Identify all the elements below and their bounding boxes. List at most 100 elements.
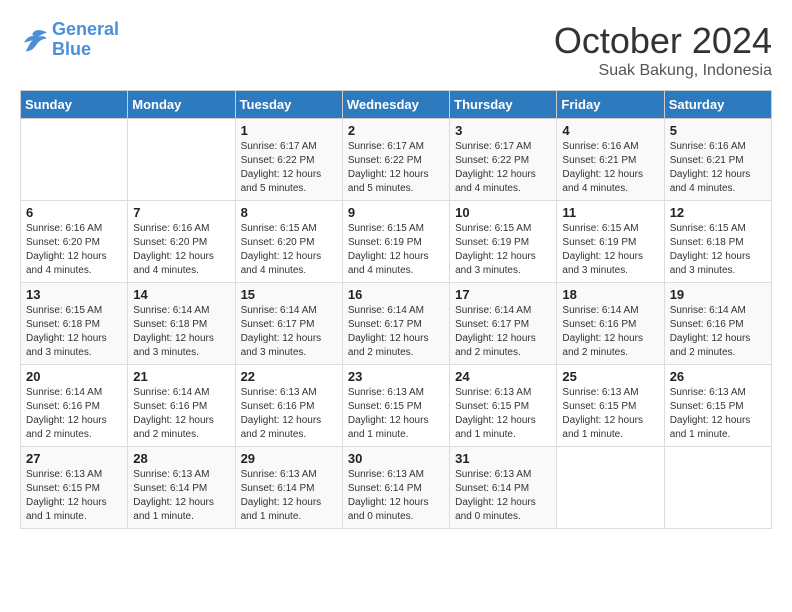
calendar-cell: 8Sunrise: 6:15 AM Sunset: 6:20 PM Daylig… [235, 201, 342, 283]
calendar-cell: 22 Sunrise: 6:13 AM Sunset: 6:16 PM Dayli… [235, 365, 342, 447]
month-title: October 2024 [554, 20, 772, 62]
day-info: Sunrise: 6:17 AM Sunset: 6:22 PM Dayligh… [348, 140, 444, 196]
calendar-week-row: 13Sunrise: 6:15 AM Sunset: 6:18 PM Dayli… [21, 283, 772, 365]
calendar-week-row: 27 Sunrise: 6:13 AM Sunset: 6:15 PM Dayli… [21, 447, 772, 529]
page-header: General Blue October 2024 Suak Bakung, I… [20, 20, 772, 80]
calendar-cell: 20Sunrise: 6:14 AM Sunset: 6:16 PM Dayli… [21, 365, 128, 447]
calendar-cell: 5 Sunrise: 6:16 AM Sunset: 6:21 PM Daylig… [664, 119, 771, 201]
calendar-cell [128, 119, 235, 201]
day-info: Sunrise: 6:15 AM Sunset: 6:18 PM Dayligh… [26, 304, 122, 360]
calendar-header-monday: Monday [128, 91, 235, 119]
calendar-header-wednesday: Wednesday [342, 91, 449, 119]
calendar-cell: 28Sunrise: 6:13 AM Sunset: 6:14 PM Dayli… [128, 447, 235, 529]
day-number: 29 [241, 451, 337, 466]
calendar-cell: 6 Sunrise: 6:16 AM Sunset: 6:20 PM Daylig… [21, 201, 128, 283]
day-info: Sunrise: 6:13 AM Sunset: 6:15 PM Dayligh… [670, 386, 766, 442]
calendar-cell [664, 447, 771, 529]
calendar-week-row: 20Sunrise: 6:14 AM Sunset: 6:16 PM Dayli… [21, 365, 772, 447]
day-info: Sunrise: 6:13 AM Sunset: 6:15 PM Dayligh… [26, 468, 122, 524]
day-number: 11 [562, 205, 658, 220]
calendar-header-thursday: Thursday [450, 91, 557, 119]
day-number: 12 [670, 205, 766, 220]
logo-blue: Blue [52, 40, 119, 60]
day-number: 28 [133, 451, 229, 466]
calendar-cell: 1 Sunrise: 6:17 AM Sunset: 6:22 PM Daylig… [235, 119, 342, 201]
day-info: Sunrise: 6:16 AM Sunset: 6:21 PM Dayligh… [562, 140, 658, 196]
day-number: 5 [670, 123, 766, 138]
calendar-cell: 30 Sunrise: 6:13 AM Sunset: 6:14 PM Dayli… [342, 447, 449, 529]
logo-text: General [52, 20, 119, 40]
logo-general: General [52, 19, 119, 39]
day-info: Sunrise: 6:16 AM Sunset: 6:21 PM Dayligh… [670, 140, 766, 196]
day-number: 2 [348, 123, 444, 138]
day-number: 6 [26, 205, 122, 220]
calendar-cell: 23 Sunrise: 6:13 AM Sunset: 6:15 PM Dayli… [342, 365, 449, 447]
day-number: 27 [26, 451, 122, 466]
calendar-cell: 16Sunrise: 6:14 AM Sunset: 6:17 PM Dayli… [342, 283, 449, 365]
calendar-header-tuesday: Tuesday [235, 91, 342, 119]
day-info: Sunrise: 6:16 AM Sunset: 6:20 PM Dayligh… [133, 222, 229, 278]
calendar-cell: 2 Sunrise: 6:17 AM Sunset: 6:22 PM Daylig… [342, 119, 449, 201]
calendar-cell: 27 Sunrise: 6:13 AM Sunset: 6:15 PM Dayli… [21, 447, 128, 529]
calendar-cell: 4 Sunrise: 6:16 AM Sunset: 6:21 PM Daylig… [557, 119, 664, 201]
calendar-cell: 24 Sunrise: 6:13 AM Sunset: 6:15 PM Dayli… [450, 365, 557, 447]
day-number: 24 [455, 369, 551, 384]
calendar-cell: 19Sunrise: 6:14 AM Sunset: 6:16 PM Dayli… [664, 283, 771, 365]
calendar-cell: 29 Sunrise: 6:13 AM Sunset: 6:14 PM Dayli… [235, 447, 342, 529]
day-number: 15 [241, 287, 337, 302]
day-number: 18 [562, 287, 658, 302]
day-info: Sunrise: 6:17 AM Sunset: 6:22 PM Dayligh… [241, 140, 337, 196]
day-number: 17 [455, 287, 551, 302]
day-number: 3 [455, 123, 551, 138]
logo-icon [20, 26, 48, 54]
day-number: 16 [348, 287, 444, 302]
day-info: Sunrise: 6:15 AM Sunset: 6:18 PM Dayligh… [670, 222, 766, 278]
day-number: 23 [348, 369, 444, 384]
day-number: 21 [133, 369, 229, 384]
day-info: Sunrise: 6:15 AM Sunset: 6:19 PM Dayligh… [455, 222, 551, 278]
calendar-cell: 13Sunrise: 6:15 AM Sunset: 6:18 PM Dayli… [21, 283, 128, 365]
calendar-header-sunday: Sunday [21, 91, 128, 119]
calendar-cell: 31Sunrise: 6:13 AM Sunset: 6:14 PM Dayli… [450, 447, 557, 529]
day-info: Sunrise: 6:13 AM Sunset: 6:15 PM Dayligh… [562, 386, 658, 442]
calendar-cell [21, 119, 128, 201]
day-info: Sunrise: 6:13 AM Sunset: 6:16 PM Dayligh… [241, 386, 337, 442]
day-info: Sunrise: 6:14 AM Sunset: 6:18 PM Dayligh… [133, 304, 229, 360]
day-info: Sunrise: 6:13 AM Sunset: 6:14 PM Dayligh… [348, 468, 444, 524]
day-info: Sunrise: 6:14 AM Sunset: 6:16 PM Dayligh… [562, 304, 658, 360]
day-info: Sunrise: 6:14 AM Sunset: 6:17 PM Dayligh… [455, 304, 551, 360]
day-number: 22 [241, 369, 337, 384]
calendar-cell: 21 Sunrise: 6:14 AM Sunset: 6:16 PM Dayli… [128, 365, 235, 447]
day-info: Sunrise: 6:17 AM Sunset: 6:22 PM Dayligh… [455, 140, 551, 196]
day-info: Sunrise: 6:13 AM Sunset: 6:15 PM Dayligh… [348, 386, 444, 442]
calendar-cell: 3 Sunrise: 6:17 AM Sunset: 6:22 PM Daylig… [450, 119, 557, 201]
day-number: 1 [241, 123, 337, 138]
calendar-cell: 10 Sunrise: 6:15 AM Sunset: 6:19 PM Dayli… [450, 201, 557, 283]
calendar-cell: 17 Sunrise: 6:14 AM Sunset: 6:17 PM Dayli… [450, 283, 557, 365]
calendar-cell: 9Sunrise: 6:15 AM Sunset: 6:19 PM Daylig… [342, 201, 449, 283]
day-info: Sunrise: 6:15 AM Sunset: 6:20 PM Dayligh… [241, 222, 337, 278]
day-info: Sunrise: 6:16 AM Sunset: 6:20 PM Dayligh… [26, 222, 122, 278]
day-number: 30 [348, 451, 444, 466]
day-info: Sunrise: 6:14 AM Sunset: 6:16 PM Dayligh… [26, 386, 122, 442]
calendar-header-friday: Friday [557, 91, 664, 119]
day-info: Sunrise: 6:15 AM Sunset: 6:19 PM Dayligh… [562, 222, 658, 278]
day-number: 10 [455, 205, 551, 220]
calendar-cell: 7 Sunrise: 6:16 AM Sunset: 6:20 PM Daylig… [128, 201, 235, 283]
day-number: 4 [562, 123, 658, 138]
day-number: 9 [348, 205, 444, 220]
day-info: Sunrise: 6:14 AM Sunset: 6:16 PM Dayligh… [133, 386, 229, 442]
calendar-cell: 11 Sunrise: 6:15 AM Sunset: 6:19 PM Dayli… [557, 201, 664, 283]
day-info: Sunrise: 6:14 AM Sunset: 6:17 PM Dayligh… [241, 304, 337, 360]
location-subtitle: Suak Bakung, Indonesia [554, 62, 772, 80]
day-number: 7 [133, 205, 229, 220]
calendar-cell: 15 Sunrise: 6:14 AM Sunset: 6:17 PM Dayli… [235, 283, 342, 365]
day-number: 25 [562, 369, 658, 384]
calendar-cell: 26Sunrise: 6:13 AM Sunset: 6:15 PM Dayli… [664, 365, 771, 447]
logo-blue-text: Blue [52, 39, 91, 59]
day-info: Sunrise: 6:13 AM Sunset: 6:15 PM Dayligh… [455, 386, 551, 442]
calendar-table: SundayMondayTuesdayWednesdayThursdayFrid… [20, 90, 772, 529]
day-info: Sunrise: 6:13 AM Sunset: 6:14 PM Dayligh… [241, 468, 337, 524]
calendar-week-row: 6 Sunrise: 6:16 AM Sunset: 6:20 PM Daylig… [21, 201, 772, 283]
title-block: October 2024 Suak Bakung, Indonesia [554, 20, 772, 80]
